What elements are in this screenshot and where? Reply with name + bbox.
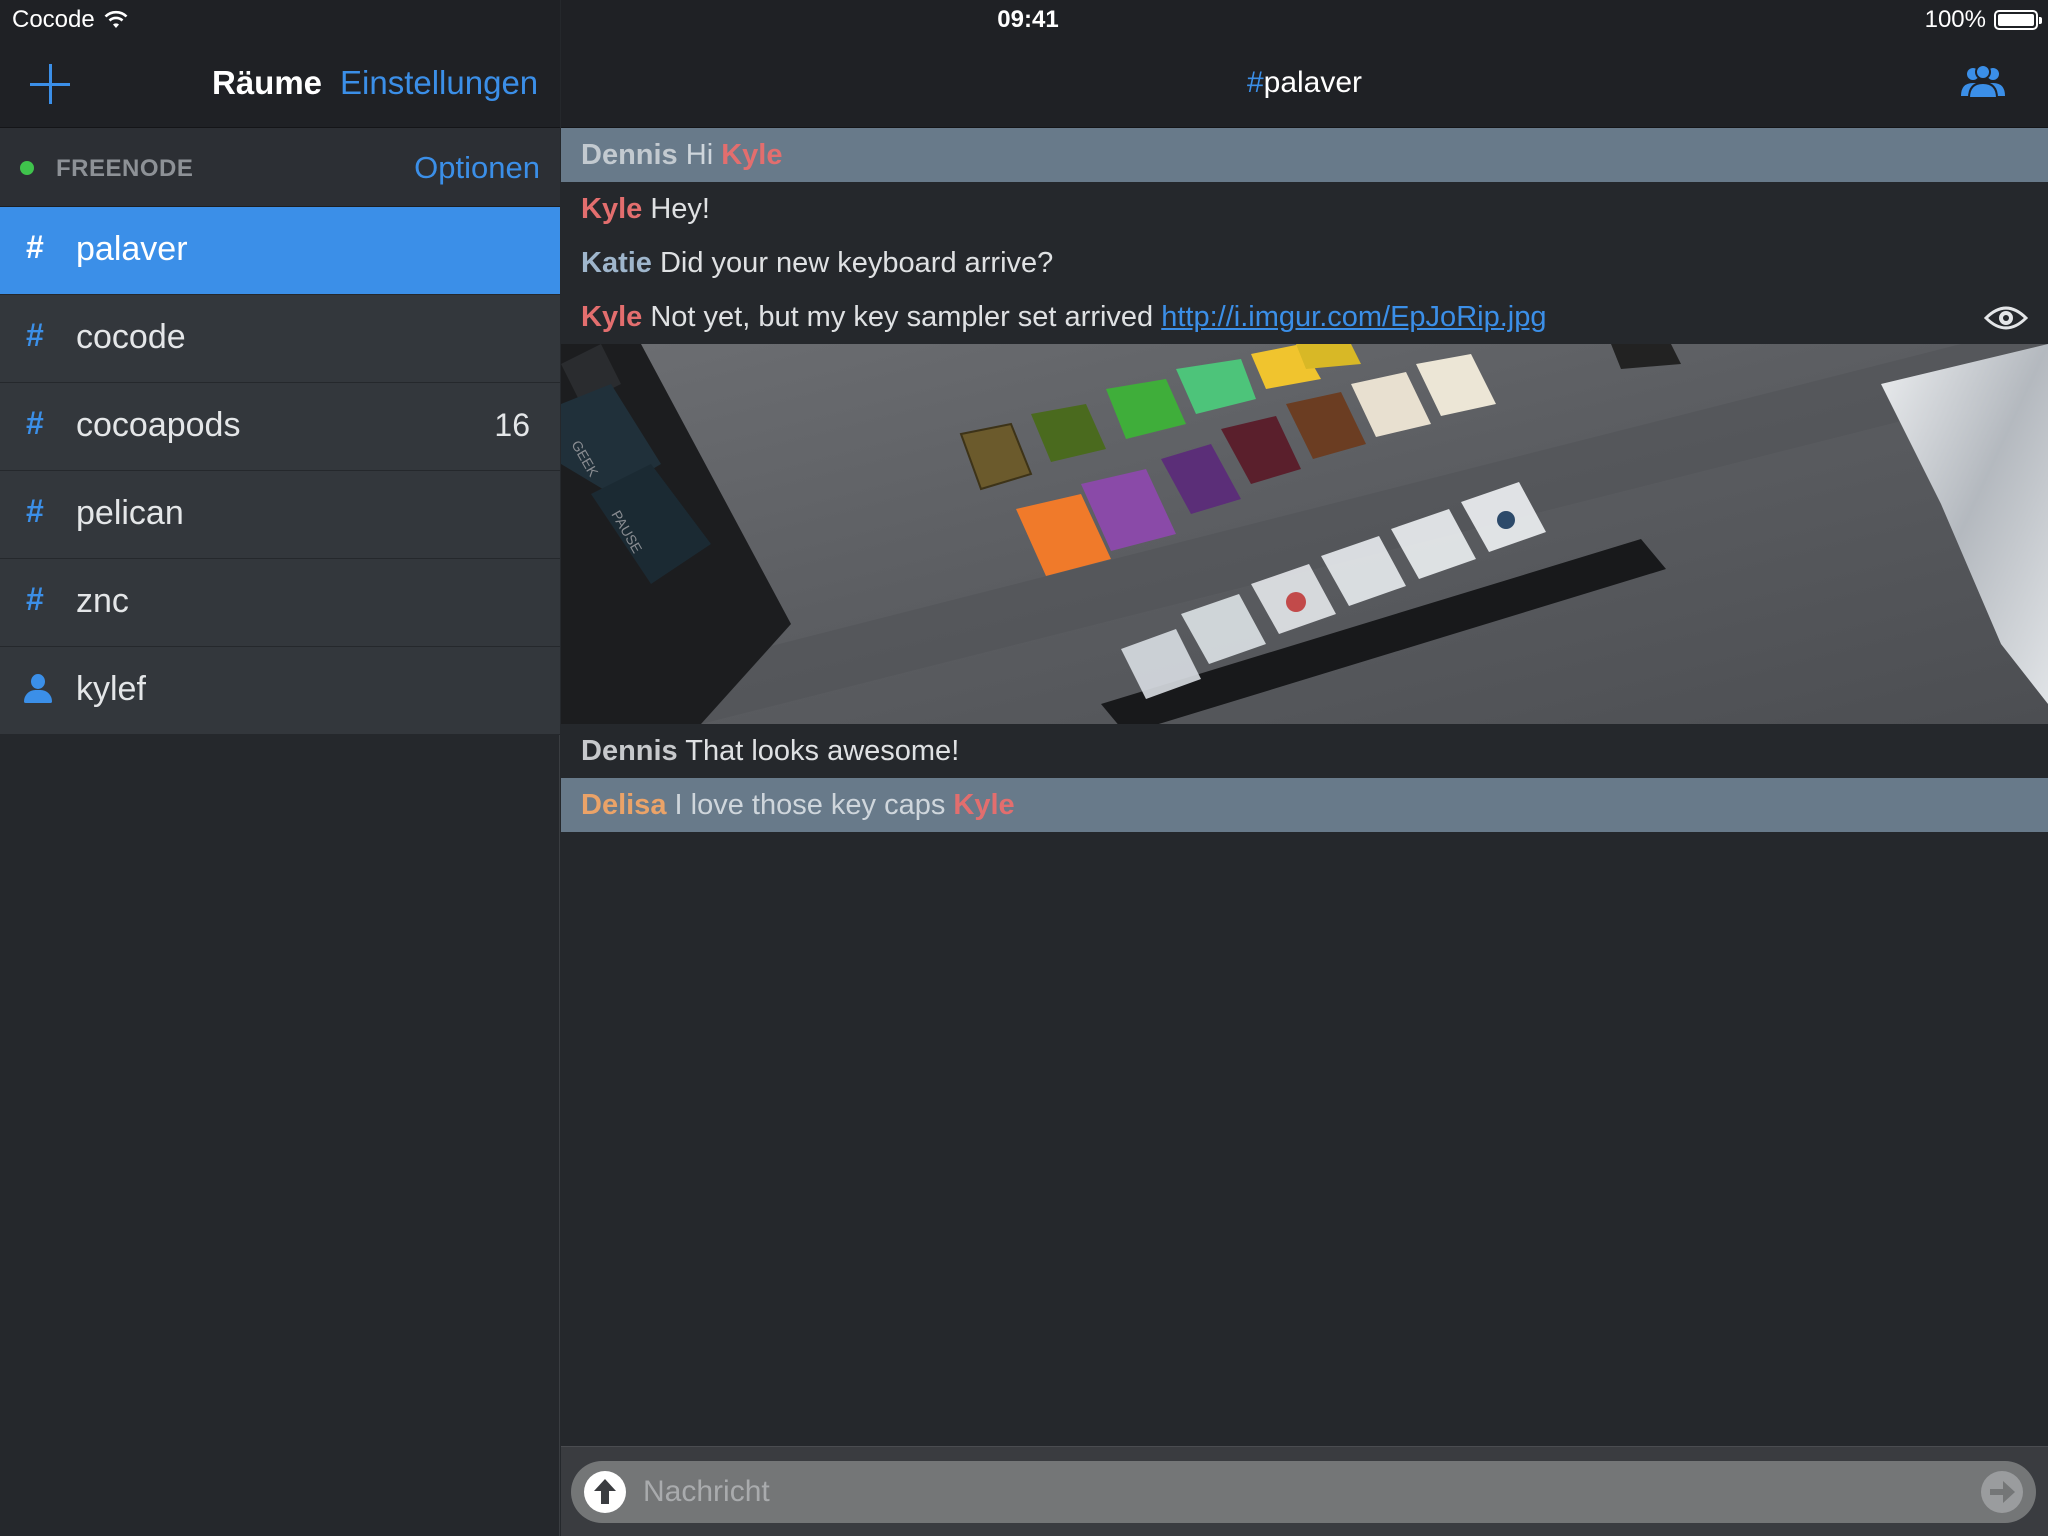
- message-row: Kyle Hey!: [561, 182, 2048, 236]
- message-text: I love those key caps: [674, 789, 946, 821]
- battery-percent: 100%: [1924, 6, 1986, 33]
- room-item-palaver[interactable]: # palaver: [0, 207, 560, 295]
- users-icon[interactable]: [1958, 64, 2008, 100]
- add-icon[interactable]: [30, 64, 70, 104]
- message-input[interactable]: [643, 1461, 1943, 1523]
- room-item-cocode[interactable]: # cocode: [0, 295, 560, 383]
- hash-icon: #: [26, 317, 44, 353]
- room-item-znc[interactable]: # znc: [0, 559, 560, 647]
- status-bar: Cocode 09:41 100%: [0, 0, 2048, 40]
- clock: 09:41: [997, 6, 1059, 33]
- hash-icon: #: [26, 405, 44, 441]
- keycaps-photo: GEEK PAUSE: [561, 344, 2048, 724]
- room-name: pelican: [76, 494, 184, 532]
- room-item-cocoapods[interactable]: # cocoapods 16: [0, 383, 560, 471]
- message-nick[interactable]: Delisa: [581, 789, 666, 821]
- message-nick[interactable]: Dennis: [581, 139, 678, 171]
- room-item-pelican[interactable]: # pelican: [0, 471, 560, 559]
- hash-icon: #: [26, 229, 44, 265]
- sidebar-title: Räume: [212, 64, 323, 101]
- unread-badge: 16: [494, 407, 530, 443]
- message-row: Katie Did your new keyboard arrive?: [561, 236, 2048, 290]
- message-row: Delisa I love those key caps Kyle: [561, 778, 2048, 832]
- message-text: Did your new keyboard arrive?: [659, 247, 1054, 279]
- connection-status-dot: [20, 161, 34, 175]
- send-icon[interactable]: [1980, 1470, 2024, 1514]
- room-name: palaver: [76, 230, 188, 268]
- battery: 100%: [1924, 6, 2042, 34]
- settings-button[interactable]: Einstellungen: [340, 64, 538, 102]
- server-options-button[interactable]: Optionen: [414, 150, 540, 186]
- rooms-sidebar: Räume Einstellungen FREENODE Optionen # …: [0, 0, 560, 1536]
- mention-nick[interactable]: Kyle: [953, 789, 1014, 821]
- message-row: Dennis Hi Kyle: [561, 128, 2048, 182]
- server-name: FREENODE: [56, 155, 194, 182]
- mention-nick[interactable]: Kyle: [721, 139, 782, 171]
- server-header: FREENODE Optionen: [0, 128, 560, 207]
- upload-icon[interactable]: [583, 1470, 627, 1514]
- room-list: # palaver # cocode # cocoapods 16 # peli…: [0, 207, 560, 735]
- battery-icon: [1994, 10, 2042, 30]
- message-text: That looks awesome!: [685, 735, 960, 767]
- message-text: Not yet, but my key sampler set arrived: [650, 301, 1154, 333]
- message-text: Hi: [685, 139, 714, 171]
- chat-pane: #palaver Dennis Hi Kyle Kyle Hey! Katie …: [561, 0, 2048, 1536]
- message-row: Kyle Not yet, but my key sampler set arr…: [561, 290, 2048, 344]
- hash-icon: #: [26, 493, 44, 529]
- message-nick[interactable]: Kyle: [581, 193, 642, 225]
- message-row: Dennis That looks awesome!: [561, 724, 2048, 778]
- channel-title: #palaver: [1246, 66, 1363, 99]
- room-name: kylef: [76, 670, 146, 708]
- image-preview[interactable]: GEEK PAUSE: [561, 344, 2048, 724]
- room-name: cocoapods: [76, 406, 241, 444]
- message-link[interactable]: http://i.imgur.com/EpJoRip.jpg: [1161, 301, 1546, 333]
- room-item-kylef[interactable]: kylef: [0, 647, 560, 735]
- person-icon: [22, 674, 54, 706]
- message-nick[interactable]: Kyle: [581, 301, 642, 333]
- message-field: [571, 1461, 2036, 1523]
- message-nick[interactable]: Dennis: [581, 735, 678, 767]
- room-name: cocode: [76, 318, 186, 356]
- message-nick[interactable]: Katie: [581, 247, 652, 279]
- hash-icon: #: [26, 581, 44, 617]
- message-list: Dennis Hi Kyle Kyle Hey! Katie Did your …: [561, 128, 2048, 832]
- message-input-bar: [561, 1446, 2048, 1536]
- room-name: znc: [76, 582, 129, 620]
- eye-icon[interactable]: [1984, 304, 2028, 332]
- message-text: Hey!: [650, 193, 710, 225]
